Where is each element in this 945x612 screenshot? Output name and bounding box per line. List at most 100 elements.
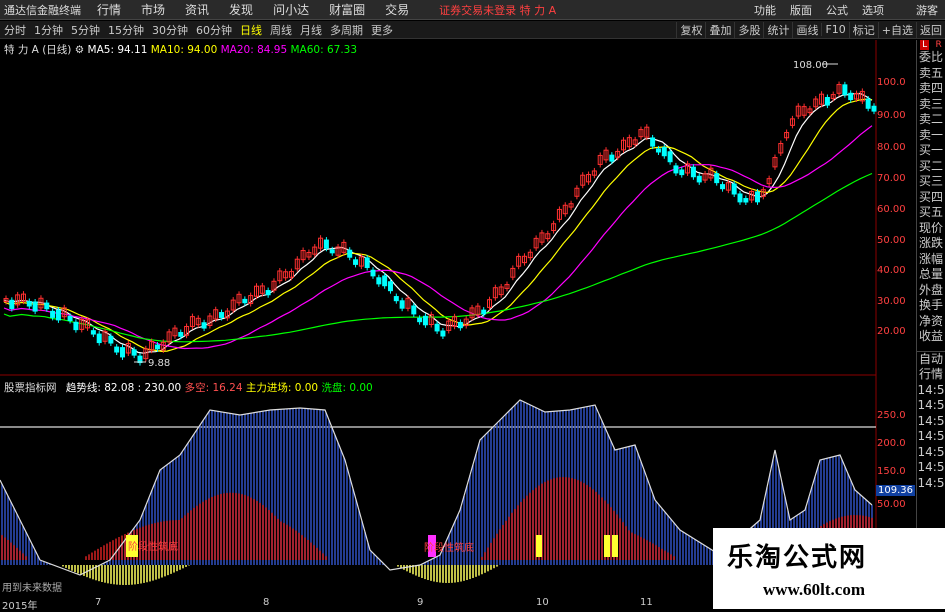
candle [125, 343, 131, 354]
side-item: 委比 [918, 50, 943, 64]
side-item: 14:5 [917, 429, 945, 443]
candle [288, 271, 294, 278]
candle [457, 321, 463, 329]
candle [405, 297, 411, 309]
back-button[interactable]: 返回 [916, 21, 945, 38]
tab-more[interactable]: 更多 [367, 22, 397, 38]
l-button[interactable]: L [920, 40, 930, 50]
tab-15min[interactable]: 15分钟 [104, 22, 148, 38]
candle [609, 154, 615, 162]
tab-30min[interactable]: 30分钟 [148, 22, 192, 38]
period-label: (日线) [42, 44, 72, 56]
candle [195, 317, 201, 326]
candle [795, 105, 801, 117]
candle [73, 321, 79, 331]
candle [341, 241, 347, 253]
tab-60min[interactable]: 60分钟 [192, 22, 236, 38]
zhuli-label: 主力进场: 0.00 [245, 382, 319, 394]
candle [784, 132, 790, 139]
side-item: 收益 [918, 329, 943, 343]
multi-stock-button[interactable]: 多股 [734, 21, 763, 38]
candle [632, 139, 638, 145]
candle [539, 232, 545, 243]
candle [859, 90, 865, 102]
candle [399, 300, 405, 309]
candle [44, 302, 50, 310]
menu-item-quotes[interactable]: 行情 [87, 1, 131, 18]
candle [411, 305, 417, 315]
signal-marker [132, 535, 138, 557]
candle [545, 233, 551, 240]
candle [562, 204, 568, 215]
signal-marker [126, 535, 132, 557]
draw-line-button[interactable]: 画线 [792, 21, 821, 38]
candle [422, 315, 428, 326]
watermark-title: 乐淘公式网 [727, 543, 868, 573]
add-favorite-button[interactable]: +自选 [877, 21, 916, 38]
side-item: 现价 [918, 220, 943, 235]
menu-bar: 通达信金融终端 行情 市场 资讯 发现 问小达 财富圈 交易 证券交易未登录 特… [0, 0, 945, 20]
side-item: 卖三 [918, 96, 943, 111]
moving-average-line [3, 98, 873, 353]
adjust-button[interactable]: 复权 [676, 21, 705, 38]
side-item: 14:5 [917, 398, 945, 412]
high-price-label: 108.00 [793, 60, 828, 71]
kline-chart[interactable]: 108.00 9.88 阶段性筑底 阶段性筑底 用到未来数据 [0, 0, 945, 609]
menu-item-formula[interactable]: 公式 [819, 2, 855, 18]
menu-item-market[interactable]: 市场 [131, 1, 175, 18]
candle [277, 270, 283, 282]
candle [242, 298, 248, 304]
candle [521, 255, 527, 264]
candle [376, 277, 382, 285]
ma5-label: MA5: 94.11 [87, 44, 148, 56]
candle [580, 174, 586, 186]
candle [597, 154, 603, 165]
candle [661, 146, 667, 157]
side-item: 14:5 [917, 444, 945, 459]
tab-monthly[interactable]: 月线 [296, 22, 326, 38]
tab-daily[interactable]: 日线 [236, 22, 266, 38]
candle [323, 239, 329, 249]
tab-5min[interactable]: 5分钟 [67, 22, 104, 38]
overlay-button[interactable]: 叠加 [705, 21, 734, 38]
candle [143, 348, 149, 360]
candle [20, 293, 26, 302]
candle [265, 290, 271, 296]
candle [498, 286, 504, 296]
candle [463, 318, 469, 327]
candle [650, 137, 656, 147]
candle [440, 330, 446, 337]
r-button[interactable]: R [936, 40, 942, 50]
menu-item-function[interactable]: 功能 [747, 2, 783, 18]
trend-label: 趋势线: 82.08 : 230.00 [65, 382, 182, 394]
menu-item-discover[interactable]: 发现 [219, 1, 263, 18]
menu-item-ask[interactable]: 问小达 [263, 1, 319, 18]
candle [55, 309, 61, 321]
candle [446, 320, 452, 331]
menu-item-layout[interactable]: 版面 [783, 2, 819, 18]
tab-1min[interactable]: 1分钟 [30, 22, 67, 38]
menu-item-wealth[interactable]: 财富圈 [319, 1, 375, 18]
menu-item-trade[interactable]: 交易 [375, 1, 419, 18]
candle [830, 94, 836, 99]
candle [708, 167, 714, 179]
candle [137, 355, 143, 364]
menu-item-guest[interactable]: 游客 [909, 2, 945, 18]
side-item[interactable]: 自动 [917, 350, 945, 368]
main-chart-info: 特 力 A (日线) ⚙ MA5: 94.11 MA10: 94.00 MA20… [4, 42, 357, 57]
bottom-label-a: 阶段性筑底 [128, 540, 178, 553]
candle [865, 98, 871, 109]
candle [836, 84, 842, 94]
tab-weekly[interactable]: 周线 [266, 22, 296, 38]
side-item[interactable]: 行情 [917, 367, 945, 383]
tab-multi-period[interactable]: 多周期 [326, 22, 367, 38]
candle [591, 170, 597, 176]
menu-item-options[interactable]: 选项 [855, 2, 891, 18]
menu-item-news[interactable]: 资讯 [175, 1, 219, 18]
mark-button[interactable]: 标记 [848, 21, 878, 38]
stats-button[interactable]: 统计 [763, 21, 792, 38]
candle [766, 178, 772, 185]
tab-timeshare[interactable]: 分时 [0, 22, 30, 38]
gear-icon[interactable]: ⚙ [75, 44, 84, 56]
f10-button[interactable]: F10 [821, 23, 848, 36]
